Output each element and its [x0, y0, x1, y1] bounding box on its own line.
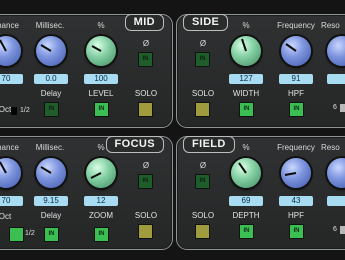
- focus-delay-in-button[interactable]: IN: [44, 227, 59, 242]
- mid-resonance-value[interactable]: 70: [0, 74, 23, 84]
- mid-level-value[interactable]: 100: [84, 74, 118, 84]
- mid-delay-value[interactable]: 0.0: [34, 74, 68, 84]
- focus-phase-header: Ø: [142, 161, 150, 170]
- focus-delay-header: Millisec.: [35, 143, 65, 152]
- field-frequency-header: Frequency: [277, 143, 315, 152]
- focus-resonance-label: Oct: [0, 212, 12, 221]
- side-phase-in-button[interactable]: IN: [195, 52, 210, 67]
- side-width-knob[interactable]: [231, 36, 261, 66]
- field-resonance-value[interactable]: [327, 196, 345, 206]
- field-solo-button[interactable]: [195, 224, 210, 239]
- side-resonance-value[interactable]: [327, 74, 345, 84]
- mid-level-in-button[interactable]: IN: [94, 102, 109, 117]
- field-frequency-knob[interactable]: [281, 158, 311, 188]
- side-solo-button[interactable]: [195, 102, 210, 117]
- side-hpf-in-button[interactable]: IN: [289, 102, 304, 117]
- side-solo-label: SOLO: [191, 89, 215, 98]
- side-slope-toggle[interactable]: [340, 104, 345, 112]
- mid-level-label: LEVEL: [88, 89, 114, 98]
- focus-zoom-value[interactable]: 12: [84, 196, 118, 206]
- mid-title: MID: [124, 14, 164, 31]
- mid-phase-in-button[interactable]: IN: [138, 52, 153, 67]
- field-depth-label: DEPTH: [232, 211, 260, 220]
- field-panel: FIELD Ø IN SOLO % 69 DEPTH IN Frequency …: [176, 136, 345, 250]
- focus-delay-label: Delay: [40, 211, 62, 220]
- mid-delay-header: Millisec.: [35, 21, 65, 30]
- mid-level-knob[interactable]: [86, 36, 116, 66]
- side-resonance-knob[interactable]: [327, 36, 345, 66]
- mid-phase-header: Ø: [142, 39, 150, 48]
- mid-solo-label: SOLO: [134, 89, 158, 98]
- field-depth-header: %: [242, 143, 250, 152]
- side-hpf-label: HPF: [288, 89, 304, 98]
- mid-delay-label: Delay: [40, 89, 62, 98]
- mid-solo-button[interactable]: [138, 102, 153, 117]
- field-slope-label: dB/: [317, 211, 345, 220]
- side-resonance-header: Reso: [321, 21, 340, 30]
- field-slope-toggle[interactable]: [340, 226, 345, 234]
- field-solo-label: SOLO: [191, 211, 215, 220]
- mid-delay-knob[interactable]: [36, 36, 66, 66]
- side-frequency-value[interactable]: 91: [279, 74, 313, 84]
- focus-panel: FOCUS nance 70 Oct 1/2 Millisec. 9.15 De…: [0, 136, 173, 250]
- side-frequency-header: Frequency: [277, 21, 315, 30]
- side-slope-6-label: 6: [333, 104, 337, 111]
- side-width-header: %: [242, 21, 250, 30]
- focus-resonance-knob[interactable]: [0, 158, 21, 188]
- field-hpf-in-button[interactable]: IN: [289, 224, 304, 239]
- mid-half-octave-label: 1/2: [20, 107, 30, 114]
- focus-resonance-in-button[interactable]: [9, 227, 24, 242]
- field-hpf-label: HPF: [288, 211, 304, 220]
- focus-resonance-value[interactable]: 70: [0, 196, 23, 206]
- focus-solo-label: SOLO: [134, 211, 158, 220]
- field-resonance-header: Reso: [321, 143, 340, 152]
- field-phase-in-button[interactable]: IN: [195, 174, 210, 189]
- side-width-in-button[interactable]: IN: [239, 102, 254, 117]
- field-depth-knob[interactable]: [231, 158, 261, 188]
- mid-delay-in-button[interactable]: IN: [44, 102, 59, 117]
- field-slope-6-label: 6: [333, 226, 337, 233]
- field-phase-header: Ø: [199, 161, 207, 170]
- focus-zoom-in-button[interactable]: IN: [94, 227, 109, 242]
- mid-level-header: %: [97, 21, 105, 30]
- field-depth-in-button[interactable]: IN: [239, 224, 254, 239]
- side-width-value[interactable]: 127: [229, 74, 263, 84]
- field-resonance-knob[interactable]: [327, 158, 345, 188]
- mid-resonance-knob[interactable]: [0, 36, 21, 66]
- side-frequency-knob[interactable]: [281, 36, 311, 66]
- focus-solo-button[interactable]: [138, 224, 153, 239]
- mid-half-octave-toggle[interactable]: [11, 107, 17, 115]
- focus-phase-in-button[interactable]: IN: [138, 174, 153, 189]
- side-phase-header: Ø: [199, 39, 207, 48]
- focus-zoom-knob[interactable]: [86, 158, 116, 188]
- focus-zoom-label: ZOOM: [89, 211, 113, 220]
- focus-delay-value[interactable]: 9.15: [34, 196, 68, 206]
- field-frequency-value[interactable]: 43: [279, 196, 313, 206]
- side-width-label: WIDTH: [232, 89, 260, 98]
- focus-zoom-header: %: [97, 143, 105, 152]
- mid-panel: MID nance 70 Oct 1/2 Millisec. 0.0 Delay…: [0, 14, 173, 128]
- side-title: SIDE: [183, 14, 229, 31]
- focus-half-octave-label: 1/2: [25, 230, 35, 237]
- side-slope-label: dB/: [317, 89, 345, 98]
- side-panel: SIDE Ø IN SOLO % 127 WIDTH IN Frequency …: [176, 14, 345, 128]
- field-depth-value[interactable]: 69: [229, 196, 263, 206]
- focus-delay-knob[interactable]: [36, 158, 66, 188]
